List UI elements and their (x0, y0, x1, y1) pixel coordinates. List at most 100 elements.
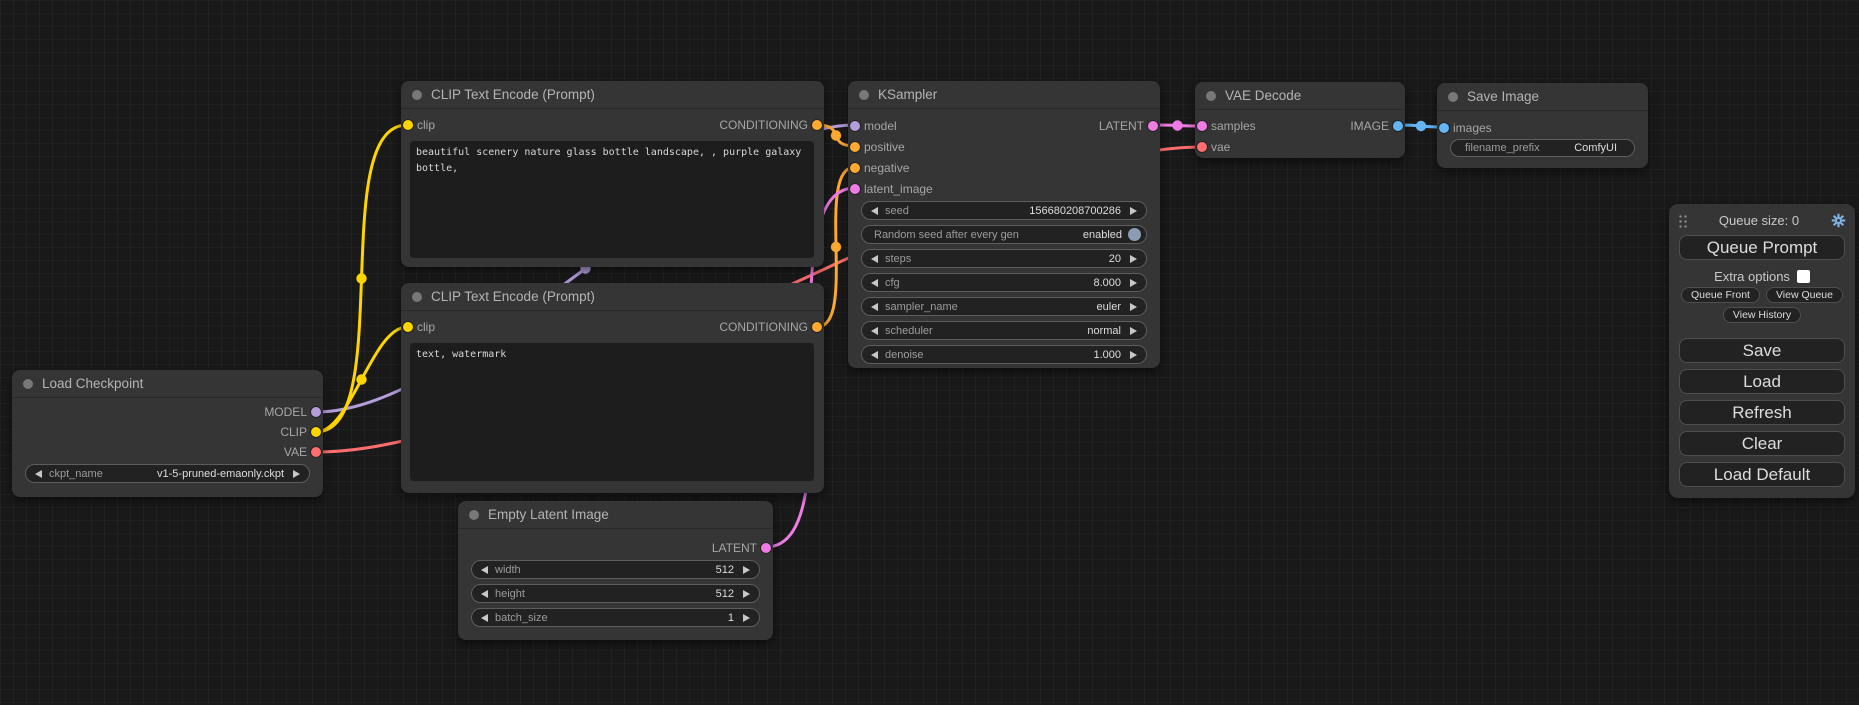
input-port-samples[interactable] (1197, 121, 1207, 131)
output-port-latent[interactable] (761, 543, 771, 553)
increment-arrow-icon[interactable] (1130, 279, 1137, 287)
node-title-bar[interactable]: Load Checkpoint (12, 370, 323, 398)
decrement-arrow-icon[interactable] (481, 566, 488, 574)
input-label-samples: samples (1211, 119, 1256, 133)
output-port-clip[interactable] (311, 427, 321, 437)
increment-arrow-icon[interactable] (1130, 255, 1137, 263)
widget-filename-prefix[interactable]: filename_prefix ComfyUI (1450, 139, 1635, 157)
view-queue-button[interactable]: View Queue (1766, 287, 1843, 303)
save-button[interactable]: Save (1679, 338, 1845, 363)
view-history-button[interactable]: View History (1723, 307, 1801, 323)
increment-arrow-icon[interactable] (1130, 303, 1137, 311)
widget-name: cfg (885, 277, 900, 289)
widget-cfg[interactable]: cfg 8.000 (861, 273, 1147, 292)
node-title-bar[interactable]: CLIP Text Encode (Prompt) (401, 283, 824, 311)
node-clip-text-encode-negative[interactable]: CLIP Text Encode (Prompt) clip CONDITION… (401, 283, 824, 493)
extra-options-label: Extra options (1714, 269, 1790, 284)
widget-name: ckpt_name (49, 468, 103, 480)
decrement-arrow-icon[interactable] (871, 255, 878, 263)
widget-denoise[interactable]: denoise 1.000 (861, 345, 1147, 364)
prompt-textarea[interactable]: beautiful scenery nature glass bottle la… (410, 141, 814, 258)
widget-value: 20 (1109, 253, 1121, 265)
widget-seed[interactable]: seed 156680208700286 (861, 201, 1147, 220)
decrement-arrow-icon[interactable] (871, 303, 878, 311)
input-port-negative[interactable] (850, 163, 860, 173)
node-status-icon (1448, 92, 1458, 102)
link-midpoint-dot-checkpoint-clip-to-positive-encode (356, 273, 366, 283)
input-port-clip[interactable] (403, 120, 413, 130)
input-port-vae[interactable] (1197, 142, 1207, 152)
extra-options-row: Extra options (1669, 269, 1855, 284)
input-port-model[interactable] (850, 121, 860, 131)
refresh-button[interactable]: Refresh (1679, 400, 1845, 425)
output-port-vae[interactable] (311, 447, 321, 457)
node-title-bar[interactable]: CLIP Text Encode (Prompt) (401, 81, 824, 109)
decrement-arrow-icon[interactable] (481, 590, 488, 598)
output-row-model: MODEL (12, 402, 323, 422)
node-clip-text-encode-positive[interactable]: CLIP Text Encode (Prompt) clip CONDITION… (401, 81, 824, 267)
output-port-conditioning[interactable] (812, 322, 822, 332)
input-port-images[interactable] (1439, 123, 1449, 133)
widget-scheduler[interactable]: scheduler normal (861, 321, 1147, 340)
increment-arrow-icon[interactable] (743, 566, 750, 574)
comfyui-canvas[interactable]: { "nodes": { "load_checkpoint": { "title… (0, 0, 1859, 705)
node-title-bar[interactable]: VAE Decode (1195, 82, 1405, 110)
port-row-latent-image: latent_image (848, 178, 1160, 199)
decrement-arrow-icon[interactable] (871, 327, 878, 335)
node-status-icon (1206, 91, 1216, 101)
node-title-bar[interactable]: Save Image (1437, 83, 1648, 111)
widget-ckpt-name[interactable]: ckpt_name v1-5-pruned-emaonly.ckpt (25, 464, 310, 483)
node-title: CLIP Text Encode (Prompt) (431, 87, 595, 102)
increment-arrow-icon[interactable] (743, 614, 750, 622)
output-port-conditioning[interactable] (812, 120, 822, 130)
port-row-samples-image: samples IMAGE (1195, 115, 1405, 136)
node-title-bar[interactable]: Empty Latent Image (458, 501, 773, 529)
widget-width[interactable]: width 512 (471, 560, 760, 579)
widget-random-seed-toggle[interactable]: Random seed after every gen enabled (861, 225, 1147, 244)
widget-name: denoise (885, 349, 924, 361)
increment-arrow-icon[interactable] (1130, 207, 1137, 215)
output-port-model[interactable] (311, 407, 321, 417)
prompt-textarea[interactable]: text, watermark (410, 343, 814, 481)
queue-front-button[interactable]: Queue Front (1681, 287, 1760, 303)
decrement-arrow-icon[interactable] (871, 279, 878, 287)
widget-value: 1 (728, 612, 734, 624)
widget-height[interactable]: height 512 (471, 584, 760, 603)
port-row-model-latent: model LATENT (848, 115, 1160, 136)
node-vae-decode[interactable]: VAE Decode samples IMAGE vae (1195, 82, 1405, 158)
output-port-latent[interactable] (1148, 121, 1158, 131)
node-load-checkpoint[interactable]: Load Checkpoint MODEL CLIP VAE ckpt_name… (12, 370, 323, 497)
settings-gear-icon[interactable] (1831, 213, 1846, 228)
toggle-icon[interactable] (1128, 228, 1141, 241)
input-port-clip[interactable] (403, 322, 413, 332)
increment-arrow-icon[interactable] (293, 470, 300, 478)
decrement-arrow-icon[interactable] (871, 207, 878, 215)
widget-sampler-name[interactable]: sampler_name euler (861, 297, 1147, 316)
decrement-arrow-icon[interactable] (35, 470, 42, 478)
widget-steps[interactable]: steps 20 (861, 249, 1147, 268)
widget-batch-size[interactable]: batch_size 1 (471, 608, 760, 627)
decrement-arrow-icon[interactable] (871, 351, 878, 359)
input-port-latent-image[interactable] (850, 184, 860, 194)
drag-handle-icon[interactable] (1678, 213, 1687, 228)
queue-prompt-button[interactable]: Queue Prompt (1679, 235, 1845, 260)
clear-button[interactable]: Clear (1679, 431, 1845, 456)
load-button[interactable]: Load (1679, 369, 1845, 394)
widget-name: scheduler (885, 325, 933, 337)
input-port-positive[interactable] (850, 142, 860, 152)
node-title-bar[interactable]: KSampler (848, 81, 1160, 109)
extra-options-checkbox[interactable] (1797, 270, 1810, 283)
increment-arrow-icon[interactable] (1130, 351, 1137, 359)
increment-arrow-icon[interactable] (743, 590, 750, 598)
load-default-button[interactable]: Load Default (1679, 462, 1845, 487)
output-label-conditioning: CONDITIONING (719, 118, 808, 132)
widget-value: normal (1087, 325, 1121, 337)
link-midpoint-dot-ksampler-latent-to-decode (1172, 120, 1182, 130)
node-ksampler[interactable]: KSampler model LATENT positive negative … (848, 81, 1160, 368)
increment-arrow-icon[interactable] (1130, 327, 1137, 335)
node-empty-latent-image[interactable]: Empty Latent Image LATENT width 512 heig… (458, 501, 773, 640)
link-midpoint-dot-decode-image-to-save (1416, 121, 1426, 131)
output-port-image[interactable] (1393, 121, 1403, 131)
decrement-arrow-icon[interactable] (481, 614, 488, 622)
node-save-image[interactable]: Save Image images filename_prefix ComfyU… (1437, 83, 1648, 168)
